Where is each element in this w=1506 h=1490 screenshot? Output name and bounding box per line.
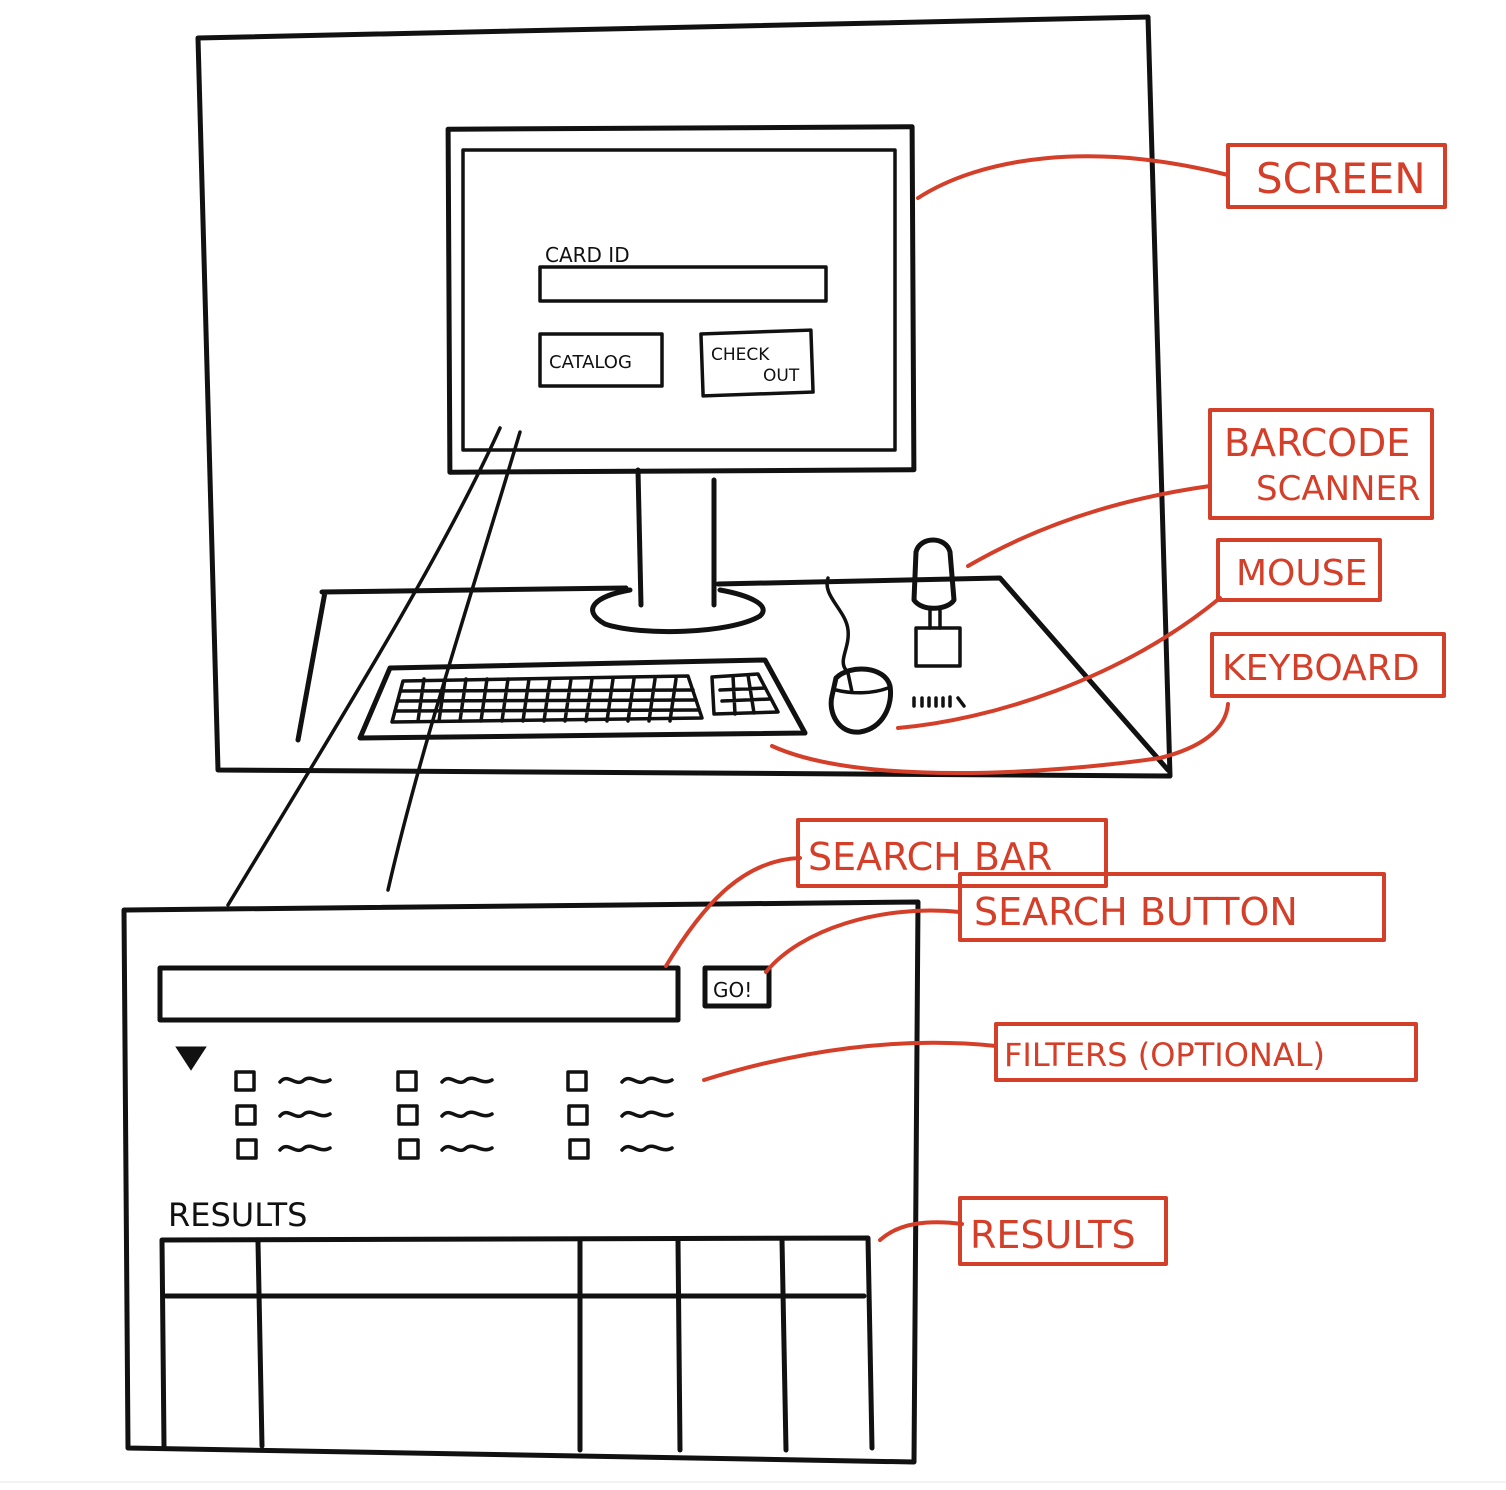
results-heading: RESULTS <box>168 1196 307 1234</box>
catalog-button[interactable]: CATALOG <box>538 332 664 388</box>
filter-option-label-placeholder <box>620 1110 674 1119</box>
filter-option-label-placeholder <box>620 1076 674 1085</box>
callout-filters-label: FILTERS (OPTIONAL) <box>1004 1036 1325 1074</box>
filter-option[interactable] <box>235 1104 332 1126</box>
callout-barcode-scanner-label-line1: BARCODE <box>1224 421 1410 465</box>
catalog-search-screen: GO! RESULTS <box>121 899 921 1465</box>
callout-barcode-scanner: BARCODE SCANNER <box>966 408 1434 568</box>
callout-mouse-label: MOUSE <box>1236 553 1367 594</box>
callout-search-button-label: SEARCH BUTTON <box>974 890 1298 934</box>
callout-screen-label: SCREEN <box>1256 154 1426 203</box>
search-go-button[interactable]: GO! <box>702 965 772 1009</box>
checkout-button[interactable]: CHECK OUT <box>699 328 815 398</box>
checkbox-icon[interactable] <box>396 1070 418 1092</box>
callout-keyboard-label: KEYBOARD <box>1222 648 1419 689</box>
wireframe-sketch: CARD ID CATALOG CHECK OUT GO! RESULTS SC… <box>0 14 1506 1483</box>
filter-option-label-placeholder <box>440 1110 494 1119</box>
barcode-scanner <box>911 537 966 708</box>
filter-option[interactable] <box>397 1104 494 1126</box>
filter-option[interactable] <box>566 1070 674 1092</box>
results-table <box>159 1235 875 1453</box>
callout-filters: FILTERS (OPTIONAL) <box>702 1022 1418 1082</box>
triangle-down-icon[interactable] <box>175 1046 207 1071</box>
monitor <box>445 124 917 635</box>
checkbox-icon[interactable] <box>234 1070 256 1092</box>
kiosk-login-screen: CARD ID CATALOG CHECK OUT <box>538 243 828 398</box>
callout-results-label: RESULTS <box>970 1213 1136 1257</box>
callout-screen: SCREEN <box>916 143 1447 209</box>
filter-option[interactable] <box>568 1138 674 1160</box>
checkbox-icon[interactable] <box>398 1138 420 1160</box>
callout-barcode-scanner-label-line2: SCANNER <box>1256 469 1421 509</box>
filter-option[interactable] <box>398 1138 494 1160</box>
card-id-input[interactable] <box>538 265 828 303</box>
filter-option-label-placeholder <box>278 1144 332 1153</box>
go-button-label: GO! <box>713 978 752 1002</box>
checkbox-icon[interactable] <box>235 1104 257 1126</box>
filter-option[interactable] <box>396 1070 494 1092</box>
mouse <box>825 576 894 735</box>
checkbox-icon[interactable] <box>236 1138 258 1160</box>
checkbox-icon[interactable] <box>566 1070 588 1092</box>
callout-results: RESULTS <box>878 1196 1168 1266</box>
search-bar[interactable] <box>157 965 681 1023</box>
checkout-button-label-line2: OUT <box>763 366 800 386</box>
filter-option-label-placeholder <box>440 1076 494 1085</box>
checkbox-icon[interactable] <box>568 1138 590 1160</box>
filter-option[interactable] <box>567 1104 674 1126</box>
sketch-canvas: CARD ID CATALOG CHECK OUT GO! RESULTS SC… <box>0 0 1506 1490</box>
callout-search-button: SEARCH BUTTON <box>764 872 1386 974</box>
filter-option-label-placeholder <box>440 1144 494 1153</box>
keyboard <box>357 657 808 741</box>
checkbox-icon[interactable] <box>397 1104 419 1126</box>
checkout-button-label-line1: CHECK <box>711 345 770 365</box>
catalog-button-label: CATALOG <box>549 352 632 373</box>
filter-option[interactable] <box>234 1070 332 1092</box>
card-id-label: CARD ID <box>545 243 630 267</box>
filter-option-label-placeholder <box>278 1076 332 1085</box>
filter-option-label-placeholder <box>620 1144 674 1153</box>
filter-checkbox-grid <box>234 1070 674 1160</box>
checkbox-icon[interactable] <box>567 1104 589 1126</box>
filter-option[interactable] <box>236 1138 332 1160</box>
filter-option-label-placeholder <box>278 1110 332 1119</box>
